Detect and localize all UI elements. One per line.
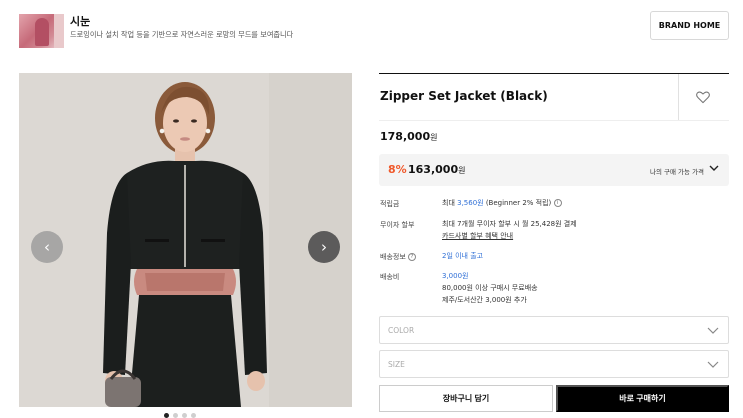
info-icon[interactable]: i bbox=[553, 199, 562, 207]
original-price-value: 178,000 bbox=[380, 130, 431, 143]
shipping-fee-label: 배송비 bbox=[380, 273, 400, 281]
shipping-island-note: 제주/도서산간 3,000원 추가 bbox=[442, 296, 527, 304]
buy-now-button[interactable]: 바로 구매하기 bbox=[556, 385, 729, 412]
points-value: 최대 3,560원 (Beginner 2% 적립) i bbox=[442, 197, 562, 209]
heart-icon[interactable] bbox=[695, 89, 711, 105]
brand-description: 드로잉이나 설치 작업 등을 기반으로 자연스러운 로망의 무드를 보여줍니다 bbox=[70, 30, 294, 39]
size-select[interactable]: SIZE bbox=[379, 350, 729, 378]
chevron-right-icon: › bbox=[321, 238, 327, 256]
installment-value: 최대 7개월 무이자 할부 시 월 25,428원 결제 카드사별 할부 혜택 … bbox=[442, 218, 577, 242]
info-icon[interactable]: ? bbox=[408, 253, 416, 261]
carousel-dot[interactable] bbox=[164, 413, 169, 418]
installment-label: 무이자 할부 bbox=[380, 221, 415, 229]
brand-home-button[interactable]: BRAND HOME bbox=[650, 11, 729, 40]
points-label: 적립금 bbox=[380, 200, 400, 208]
product-image[interactable] bbox=[19, 73, 352, 407]
points-suffix: (Beginner 2% 적립) bbox=[483, 199, 552, 207]
title-top-divider bbox=[379, 73, 729, 74]
shipping-fee-amount: 3,000원 bbox=[442, 272, 469, 280]
shipping-free-note: 80,000원 이상 구매시 무료배송 bbox=[442, 284, 538, 292]
brand-name[interactable]: 시눈 bbox=[70, 13, 90, 29]
product-title: Zipper Set Jacket (Black) bbox=[380, 89, 548, 103]
sale-price-value: 163,000 bbox=[408, 163, 459, 176]
carousel-dot[interactable] bbox=[182, 413, 187, 418]
title-divider bbox=[678, 74, 679, 120]
carousel-dot[interactable] bbox=[191, 413, 196, 418]
color-select-placeholder: COLOR bbox=[388, 326, 415, 335]
add-to-cart-button[interactable]: 장바구니 담기 bbox=[379, 385, 553, 412]
chevron-left-icon: ‹ bbox=[44, 238, 50, 256]
brand-thumbnail[interactable] bbox=[19, 14, 64, 48]
title-bottom-divider bbox=[379, 120, 729, 121]
chevron-down-icon[interactable] bbox=[709, 164, 719, 172]
carousel-dot[interactable] bbox=[173, 413, 178, 418]
discount-rate: 8% bbox=[388, 163, 407, 176]
size-select-placeholder: SIZE bbox=[388, 360, 405, 369]
carousel-prev-button[interactable]: ‹ bbox=[31, 231, 63, 263]
points-prefix: 최대 bbox=[442, 199, 458, 207]
discount-price-box: 8% 163,000원 나의 구매 가능 가격 bbox=[379, 154, 729, 186]
original-price: 178,000원 bbox=[380, 130, 437, 143]
carousel-next-button[interactable]: › bbox=[308, 231, 340, 263]
shipping-fee-value: 3,000원 80,000원 이상 구매시 무료배송 제주/도서산간 3,000… bbox=[442, 270, 538, 306]
carousel-dots bbox=[164, 413, 196, 418]
shipping-info-label-text: 배송정보 bbox=[380, 253, 406, 261]
color-select[interactable]: COLOR bbox=[379, 316, 729, 344]
installment-link[interactable]: 카드사별 할부 혜택 안내 bbox=[442, 230, 577, 242]
my-price-toggle-label[interactable]: 나의 구매 가능 가격 bbox=[650, 166, 704, 176]
price-unit: 원 bbox=[458, 166, 466, 175]
shipping-info-label: 배송정보 ? bbox=[380, 252, 416, 262]
points-amount: 3,560원 bbox=[457, 199, 484, 207]
chevron-down-icon bbox=[707, 327, 719, 334]
shipping-info-value: 2일 이내 출고 bbox=[442, 252, 484, 260]
chevron-down-icon bbox=[707, 361, 719, 368]
price-unit: 원 bbox=[430, 133, 438, 142]
installment-text: 최대 7개월 무이자 할부 시 월 25,428원 결제 bbox=[442, 220, 577, 228]
sale-price: 163,000원 bbox=[408, 163, 465, 176]
model-illustration bbox=[19, 73, 352, 407]
